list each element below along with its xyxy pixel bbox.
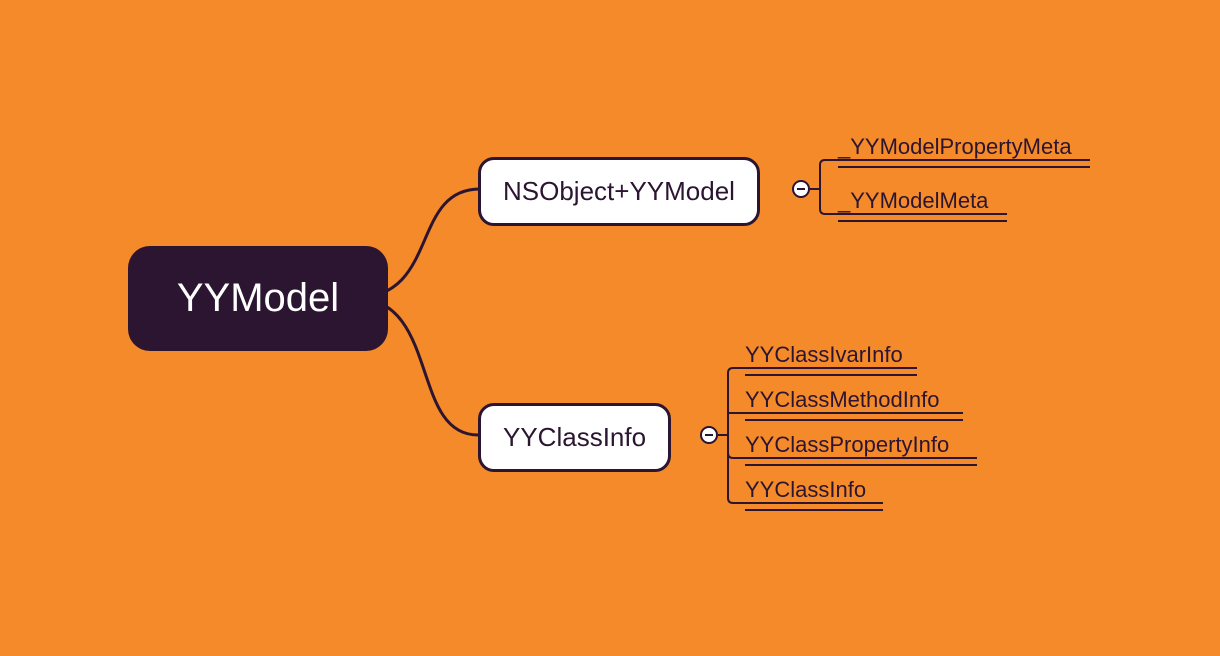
- leaf-label: YYClassIvarInfo: [745, 342, 903, 367]
- leaf-label: _YYModelPropertyMeta: [838, 134, 1072, 159]
- child-label: NSObject+YYModel: [503, 176, 735, 207]
- leaf-node[interactable]: _YYModelPropertyMeta: [838, 128, 1090, 168]
- leaf-node[interactable]: YYClassInfo: [745, 471, 883, 511]
- leaf-node[interactable]: _YYModelMeta: [838, 182, 1007, 222]
- root-label: YYModel: [177, 276, 339, 321]
- collapse-toggle[interactable]: [700, 426, 718, 444]
- leaf-node[interactable]: YYClassPropertyInfo: [745, 426, 977, 466]
- child-node-nsobject-yymodel[interactable]: NSObject+YYModel: [478, 157, 760, 226]
- leaf-node[interactable]: YYClassIvarInfo: [745, 336, 917, 376]
- leaf-node[interactable]: YYClassMethodInfo: [745, 381, 963, 421]
- leaf-label: YYClassInfo: [745, 477, 866, 502]
- leaf-label: YYClassMethodInfo: [745, 387, 939, 412]
- collapse-toggle[interactable]: [792, 180, 810, 198]
- child-node-yyclassinfo[interactable]: YYClassInfo: [478, 403, 671, 472]
- leaf-label: YYClassPropertyInfo: [745, 432, 949, 457]
- root-node[interactable]: YYModel: [128, 246, 388, 351]
- child-label: YYClassInfo: [503, 422, 646, 453]
- mindmap-canvas: YYModel NSObject+YYModel _YYModelPropert…: [0, 0, 1220, 656]
- leaf-label: _YYModelMeta: [838, 188, 988, 213]
